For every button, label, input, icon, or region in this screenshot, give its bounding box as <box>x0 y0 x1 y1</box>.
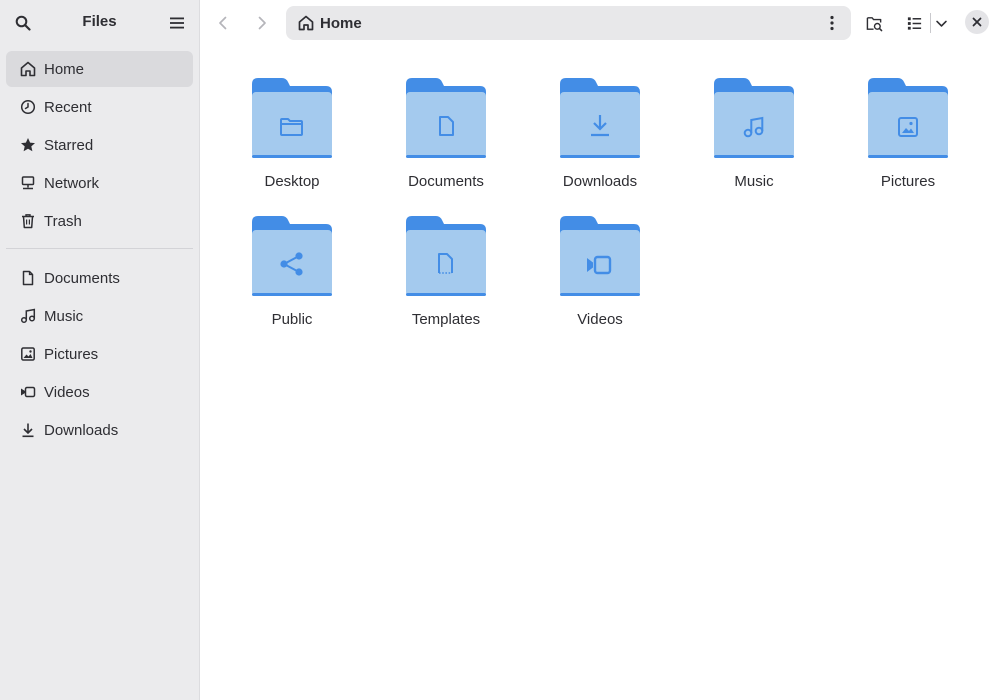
chevron-left-icon <box>219 16 227 30</box>
folder-icon <box>252 78 332 160</box>
main-view: Home Desktop Documents Downloads Music P… <box>200 0 1000 700</box>
sidebar-item-label: Pictures <box>44 345 99 363</box>
sidebar-item-pictures[interactable]: Pictures <box>6 336 193 372</box>
home-icon <box>298 15 314 31</box>
back-button[interactable] <box>209 9 237 37</box>
folder-icon <box>714 78 794 160</box>
sidebar-header: Files <box>0 0 199 46</box>
file-grid: Desktop Documents Downloads Music Pictur… <box>200 46 1000 700</box>
location-bar[interactable]: Home <box>286 6 851 40</box>
download-icon <box>19 421 37 439</box>
sidebar-item-label: Network <box>44 174 100 192</box>
sidebar-item-videos[interactable]: Videos <box>6 374 193 410</box>
folder-item-public[interactable]: Public <box>222 184 362 328</box>
main-menu-button[interactable] <box>163 9 191 37</box>
hamburger-icon <box>170 17 184 29</box>
folder-label: Pictures <box>880 173 936 190</box>
files-window: Files Home Recent Starred Network Trash … <box>0 0 1000 700</box>
folder-item-downloads[interactable]: Downloads <box>530 46 670 190</box>
folder-item-pictures[interactable]: Pictures <box>838 46 978 190</box>
document-icon <box>19 269 37 287</box>
sidebar-item-home[interactable]: Home <box>6 51 193 87</box>
sidebar-item-label: Downloads <box>44 421 119 439</box>
trash-icon <box>19 212 37 230</box>
folder-icon <box>868 78 948 160</box>
folder-label: Templates <box>411 311 481 328</box>
chevron-right-icon <box>258 16 266 30</box>
view-mode-button[interactable] <box>900 9 928 37</box>
sidebar-item-label: Trash <box>44 212 82 230</box>
sidebar-item-label: Recent <box>44 98 92 116</box>
video-icon <box>19 383 37 401</box>
list-view-icon <box>907 16 921 30</box>
places-list: Home Recent Starred Network Trash Docume… <box>6 51 193 450</box>
folder-label: Music <box>734 173 774 190</box>
close-button[interactable] <box>965 10 989 34</box>
clock-icon <box>19 98 37 116</box>
sidebar-item-label: Home <box>44 60 85 78</box>
folder-search-icon <box>866 16 882 31</box>
sidebar-item-label: Documents <box>44 269 120 287</box>
sidebar-item-downloads[interactable]: Downloads <box>6 412 193 448</box>
home-icon <box>19 60 37 78</box>
sidebar-item-documents[interactable]: Documents <box>6 260 193 296</box>
folder-label: Public <box>271 311 313 328</box>
star-icon <box>19 136 37 154</box>
folder-item-videos[interactable]: Videos <box>530 184 670 328</box>
view-button-divider <box>930 13 931 33</box>
folder-item-music[interactable]: Music <box>684 46 824 190</box>
picture-icon <box>19 345 37 363</box>
sidebar-item-label: Music <box>44 307 84 325</box>
sidebar-item-recent[interactable]: Recent <box>6 89 193 125</box>
sidebar-item-music[interactable]: Music <box>6 298 193 334</box>
sidebar-item-trash[interactable]: Trash <box>6 203 193 239</box>
folder-menu-button[interactable] <box>819 9 845 37</box>
close-icon <box>972 17 982 27</box>
sidebar-item-starred[interactable]: Starred <box>6 127 193 163</box>
folder-icon <box>406 216 486 298</box>
folder-icon <box>560 216 640 298</box>
vertical-dots-icon <box>830 15 834 31</box>
chevron-down-icon <box>935 20 947 27</box>
search-folder-button[interactable] <box>860 9 888 37</box>
view-options-button[interactable] <box>932 9 950 37</box>
folder-icon <box>252 216 332 298</box>
folder-label: Videos <box>577 311 623 328</box>
music-icon <box>19 307 37 325</box>
folder-icon <box>560 78 640 160</box>
sidebar: Files Home Recent Starred Network Trash … <box>0 0 200 700</box>
header-bar: Home <box>200 0 1000 46</box>
sidebar-item-label: Videos <box>44 383 90 401</box>
sidebar-item-label: Starred <box>44 136 94 154</box>
breadcrumb-home[interactable]: Home <box>320 15 362 32</box>
folder-item-documents[interactable]: Documents <box>376 46 516 190</box>
network-icon <box>19 174 37 192</box>
sidebar-item-network[interactable]: Network <box>6 165 193 201</box>
folder-item-desktop[interactable]: Desktop <box>222 46 362 190</box>
folder-icon <box>406 78 486 160</box>
folder-item-templates[interactable]: Templates <box>376 184 516 328</box>
sidebar-separator <box>6 248 193 249</box>
forward-button[interactable] <box>248 9 276 37</box>
